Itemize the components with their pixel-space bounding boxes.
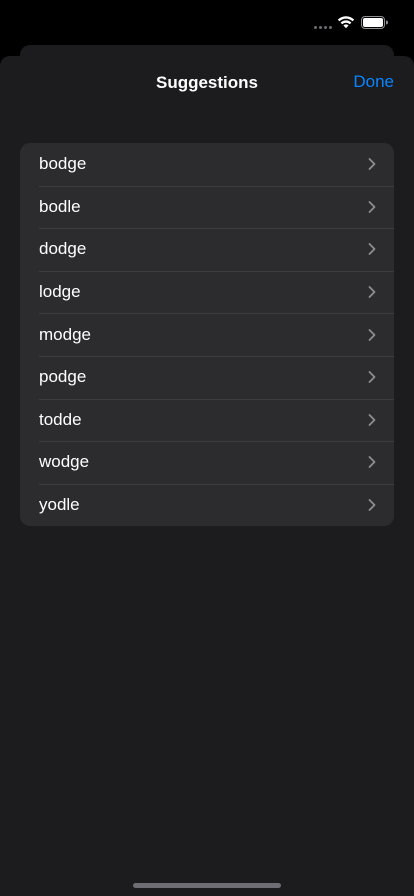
chevron-right-icon (368, 158, 376, 171)
page-title: Suggestions (155, 73, 258, 92)
home-indicator[interactable] (133, 883, 281, 888)
chevron-right-icon (368, 243, 376, 256)
status-bar (0, 0, 414, 44)
chevron-right-icon (368, 200, 376, 213)
suggestions-sheet: Suggestions Done bodge bodle dodge lodge… (0, 56, 414, 896)
suggestion-label: bodle (39, 196, 81, 216)
list-item[interactable]: bodge (20, 143, 394, 186)
suggestion-label: todde (39, 409, 82, 429)
done-button[interactable]: Done (353, 72, 394, 92)
list-item[interactable]: wodge (20, 441, 394, 484)
chevron-right-icon (368, 499, 376, 511)
chevron-right-icon (368, 456, 376, 469)
wifi-icon (337, 16, 355, 29)
chevron-right-icon (368, 371, 376, 384)
suggestion-label: lodge (39, 282, 81, 302)
suggestion-label: wodge (39, 452, 90, 472)
suggestion-label: modge (39, 324, 91, 344)
chevron-right-icon (368, 328, 376, 341)
cellular-signal-icon (314, 26, 332, 29)
list-item[interactable]: bodle (20, 185, 394, 229)
navigation-bar: Suggestions Done (0, 56, 414, 112)
suggestion-label: yodle (39, 495, 80, 515)
screen: Suggestions Done bodge bodle dodge lodge… (0, 0, 414, 896)
list-item[interactable]: modge (20, 313, 394, 356)
chevron-right-icon (368, 286, 376, 298)
list-item[interactable]: dodge (20, 228, 394, 271)
list-item[interactable]: yodle (20, 483, 394, 527)
list-item[interactable]: todde (20, 398, 394, 442)
suggestion-list: bodge bodle dodge lodge modge podge todd… (20, 143, 394, 527)
suggestion-label: dodge (39, 239, 87, 259)
suggestion-label: bodge (39, 154, 87, 174)
list-item[interactable]: lodge (20, 270, 394, 314)
suggestion-label: podge (39, 367, 87, 387)
battery-icon (361, 16, 388, 29)
list-item[interactable]: podge (20, 355, 394, 399)
chevron-right-icon (368, 413, 376, 426)
